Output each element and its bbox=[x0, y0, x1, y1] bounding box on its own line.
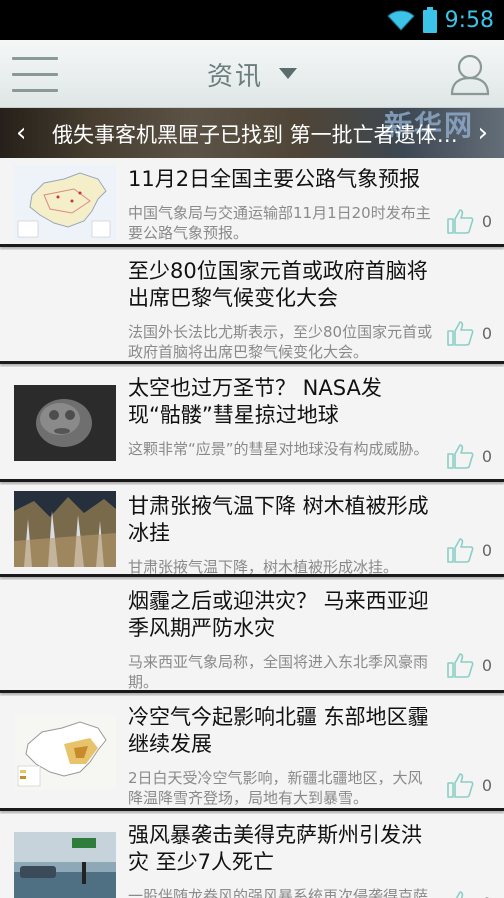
headline-banner[interactable]: 新华网 ‹ 俄失事客机黑匣子已找到 第一批亡者遗体运抵 › bbox=[0, 108, 504, 158]
like-count: 0 bbox=[481, 655, 492, 675]
news-item[interactable]: 至少80位国家元首或政府首脑将出席巴黎气候变化大会 法国外长法比尤斯表示，至少8… bbox=[0, 250, 504, 364]
news-item-body: 太空也过万圣节？ NASA发现“骷髅”彗星掠过地球 这颗非常“应景”的彗星对地球… bbox=[128, 375, 434, 459]
news-item[interactable]: 冷空气今起影响北疆 东部地区霾继续发展 2日白天受冷空气影响，新疆北疆地区，大风… bbox=[0, 696, 504, 811]
like-button[interactable]: 0 bbox=[446, 537, 492, 563]
like-button[interactable]: 0 bbox=[446, 652, 492, 678]
page-title: 资讯 bbox=[206, 61, 263, 92]
news-item-body: 强风暴袭击美得克萨斯州引发洪灾 至少7人死亡 一股伴随龙卷风的强风暴系统再次侵袭… bbox=[128, 822, 434, 898]
like-button[interactable]: 0 bbox=[446, 772, 492, 798]
news-item[interactable]: 太空也过万圣节？ NASA发现“骷髅”彗星掠过地球 这颗非常“应景”的彗星对地球… bbox=[0, 367, 504, 482]
thumbs-up-icon bbox=[447, 444, 474, 469]
thumbs-up-icon bbox=[447, 538, 474, 563]
news-item-body: 烟霾之后或迎洪灾？ 马来西亚迎季风期严防水灾 马来西亚气象局称，全国将进入东北季… bbox=[128, 588, 434, 692]
battery-icon bbox=[422, 7, 437, 33]
news-item[interactable]: 强风暴袭击美得克萨斯州引发洪灾 至少7人死亡 一股伴随龙卷风的强风暴系统再次侵袭… bbox=[0, 814, 504, 898]
china-map-thumbnail bbox=[14, 165, 116, 241]
news-title: 烟霾之后或迎洪灾？ 马来西亚迎季风期严防水灾 bbox=[128, 589, 429, 640]
news-item-body: 甘肃张掖气温下降 树木植被形成冰挂 甘肃张掖气温下降，树木植被形成冰挂。 bbox=[128, 493, 434, 577]
news-summary: 这颗非常“应景”的彗星对地球没有构成威胁。 bbox=[128, 440, 429, 458]
news-title: 甘肃张掖气温下降 树木植被形成冰挂 bbox=[128, 494, 429, 545]
icy-trees-thumbnail bbox=[14, 491, 116, 567]
news-item[interactable]: 烟霾之后或迎洪灾？ 马来西亚迎季风期严防水灾 马来西亚气象局称，全国将进入东北季… bbox=[0, 580, 504, 693]
app-bar: 资讯 bbox=[0, 40, 504, 108]
news-summary: 法国外长法比尤斯表示，至少80位国家元首或政府首脑将出席巴黎气候变化大会。 bbox=[128, 323, 433, 361]
news-summary: 马来西亚气象局称，全国将进入东北季风豪雨期。 bbox=[128, 653, 429, 691]
banner-headline[interactable]: 俄失事客机黑匣子已找到 第一批亡者遗体运抵 bbox=[52, 108, 468, 158]
weather-map-thumbnail bbox=[14, 714, 116, 790]
news-item[interactable]: 11月2日全国主要公路气象预报 中国气象局与交通运输部11月1日20时发布主要公… bbox=[0, 158, 504, 247]
news-title: 冷空气今起影响北疆 东部地区霾继续发展 bbox=[128, 705, 429, 756]
news-title: 太空也过万圣节？ NASA发现“骷髅”彗星掠过地球 bbox=[128, 376, 382, 427]
news-summary: 一股伴随龙卷风的强风暴系统再次侵袭得克萨斯州。 bbox=[128, 887, 429, 898]
chevron-right-icon[interactable]: › bbox=[478, 119, 488, 147]
like-count: 0 bbox=[482, 894, 492, 898]
thumbs-up-icon bbox=[447, 209, 474, 234]
like-count: 0 bbox=[481, 211, 492, 231]
like-button[interactable]: 0 bbox=[446, 208, 492, 234]
news-summary: 中国气象局与交通运输部11月1日20时发布主要公路气象预报。 bbox=[128, 204, 431, 242]
thumbs-up-icon bbox=[447, 653, 474, 678]
like-count: 0 bbox=[481, 446, 492, 466]
wifi-icon bbox=[386, 10, 415, 31]
thumbs-up-icon bbox=[447, 773, 474, 798]
status-clock: 9:58 bbox=[444, 7, 494, 33]
caret-down-icon bbox=[279, 68, 297, 79]
like-button[interactable]: 0 bbox=[446, 320, 492, 346]
like-count: 0 bbox=[481, 323, 492, 343]
like-button[interactable]: 0 bbox=[446, 443, 492, 469]
news-item-body: 至少80位国家元首或政府首脑将出席巴黎气候变化大会 法国外长法比尤斯表示，至少8… bbox=[128, 258, 434, 362]
flood-thumbnail bbox=[14, 832, 116, 898]
status-bar: 9:58 bbox=[0, 0, 504, 40]
status-icons: 9:58 bbox=[386, 4, 494, 36]
user-profile-icon[interactable] bbox=[450, 52, 490, 96]
thumbs-up-icon bbox=[447, 321, 474, 346]
news-title: 强风暴袭击美得克萨斯州引发洪灾 至少7人死亡 bbox=[128, 823, 422, 874]
title-dropdown[interactable]: 资讯 bbox=[0, 40, 504, 108]
news-title: 至少80位国家元首或政府首脑将出席巴黎气候变化大会 bbox=[128, 259, 428, 310]
news-item[interactable]: 甘肃张掖气温下降 树木植被形成冰挂 甘肃张掖气温下降，树木植被形成冰挂。 0 bbox=[0, 485, 504, 577]
news-summary: 甘肃张掖气温下降，树木植被形成冰挂。 bbox=[128, 558, 399, 576]
news-summary: 2日白天受冷空气影响，新疆北疆地区，大风降温降雪齐登场，局地有大到暴雪。 bbox=[128, 769, 423, 807]
comet-thumbnail bbox=[14, 385, 116, 461]
like-button[interactable]: 0 bbox=[446, 890, 492, 898]
news-item-body: 11月2日全国主要公路气象预报 中国气象局与交通运输部11月1日20时发布主要公… bbox=[128, 166, 434, 243]
chevron-left-icon[interactable]: ‹ bbox=[16, 119, 26, 147]
news-feed[interactable]: 11月2日全国主要公路气象预报 中国气象局与交通运输部11月1日20时发布主要公… bbox=[0, 158, 504, 898]
news-title: 11月2日全国主要公路气象预报 bbox=[128, 167, 421, 191]
thumbs-up-icon bbox=[455, 891, 464, 898]
like-count: 0 bbox=[481, 775, 492, 795]
news-item-body: 冷空气今起影响北疆 东部地区霾继续发展 2日白天受冷空气影响，新疆北疆地区，大风… bbox=[128, 704, 434, 808]
like-count: 0 bbox=[481, 540, 492, 560]
